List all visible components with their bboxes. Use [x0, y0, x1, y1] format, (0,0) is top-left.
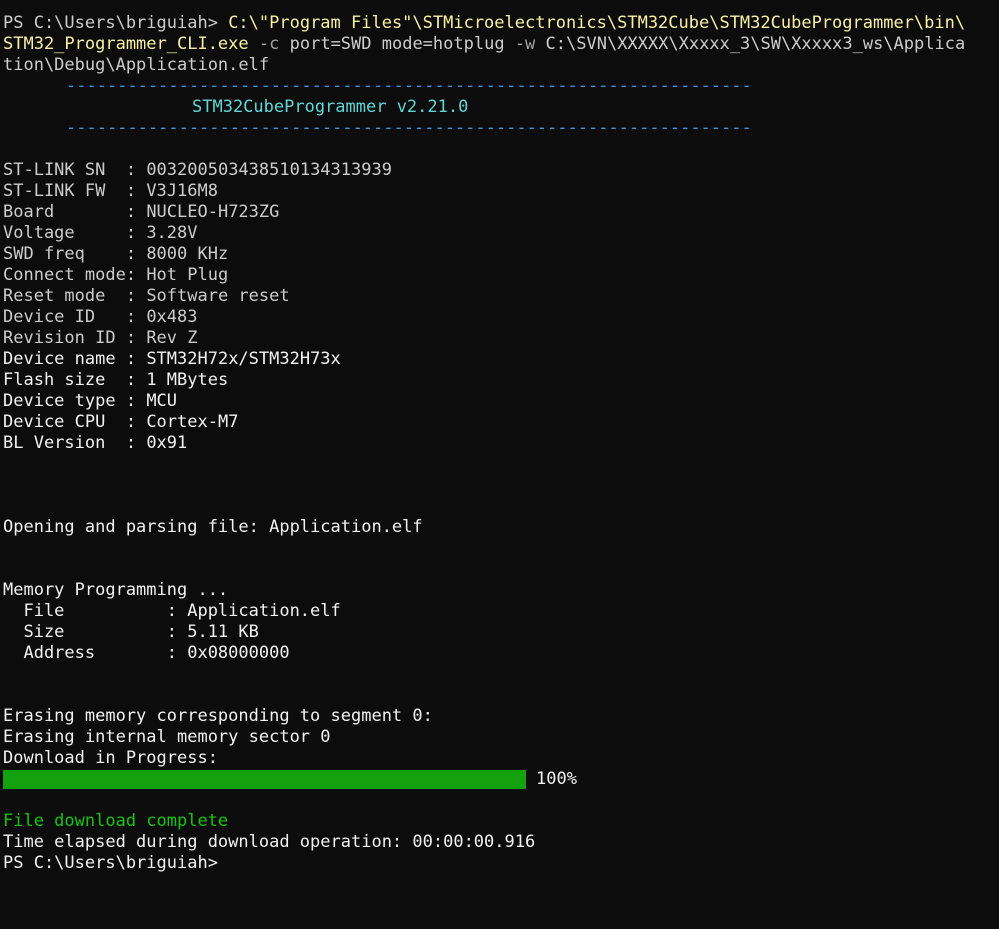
command-line-3: tion\Debug\Application.elf — [3, 55, 999, 76]
memory-programming-file: File : Application.elf — [3, 601, 341, 621]
command-exe-path: C:\"Program Files"\STMicroelectronics\ST… — [228, 13, 966, 33]
shell-prompt-current[interactable]: PS C:\Users\briguiah> — [3, 853, 999, 874]
banner-rule-top: ----------------------------------------… — [66, 76, 752, 96]
command-arg-w-cont: tion\Debug\Application.elf — [3, 55, 270, 75]
device-info-row: Revision ID : Rev Z — [3, 328, 198, 348]
command-exe-name: STM32_Programmer_CLI.exe — [3, 34, 249, 54]
banner-title: STM32CubeProgrammer v2.21.0 — [192, 97, 469, 117]
memory-programming-address: Address : 0x08000000 — [3, 643, 290, 663]
device-info-row: Device ID : 0x483 — [3, 307, 198, 327]
memory-programming-header: Memory Programming ... — [3, 580, 229, 600]
device-info-row: Device CPU : Cortex-M7 — [3, 412, 239, 432]
erasing-sector-line: Erasing internal memory sector 0 — [3, 727, 331, 747]
command-line-1: PS C:\Users\briguiah> C:\"Program Files"… — [3, 13, 999, 34]
device-info-row: Flash size : 1 MBytes — [3, 370, 229, 390]
opening-file-line: Opening and parsing file: Application.el… — [3, 517, 423, 537]
banner-rule-bottom: ----------------------------------------… — [66, 118, 752, 138]
device-info-row: BL Version : 0x91 — [3, 433, 188, 453]
time-elapsed-line: Time elapsed during download operation: … — [3, 832, 536, 852]
device-info-row: SWD freq : 8000 KHz — [3, 244, 229, 264]
progress-bar — [3, 770, 526, 789]
device-info-row: ST-LINK FW : V3J16M8 — [3, 181, 218, 201]
command-arg-w: C:\SVN\XXXXX\Xxxxx_3\SW\Xxxxx3_ws\Applic… — [545, 34, 966, 54]
command-line-2: STM32_Programmer_CLI.exe -c port=SWD mod… — [3, 34, 999, 55]
device-info-row: Board : NUCLEO-H723ZG — [3, 202, 280, 222]
device-info-row: Connect mode: Hot Plug — [3, 265, 229, 285]
memory-programming-size: Size : 5.11 KB — [3, 622, 259, 642]
device-info-row: Device type : MCU — [3, 391, 178, 411]
command-arg-c: port=SWD mode=hotplug — [289, 34, 505, 54]
download-complete-line: File download complete — [3, 811, 229, 831]
device-info-list: ST-LINK SN : 003200503438510134313939 ST… — [3, 160, 999, 454]
terminal-window[interactable]: PS C:\Users\briguiah> C:\"Program Files"… — [0, 0, 999, 929]
download-progress: 100% — [3, 769, 999, 790]
banner-title-line: STM32CubeProgrammer v2.21.0 — [3, 97, 999, 118]
device-info-row: Voltage : 3.28V — [3, 223, 198, 243]
progress-percent: 100% — [536, 769, 577, 789]
shell-prompt: PS C:\Users\briguiah> — [3, 13, 218, 33]
device-info-row: Device name : STM32H72x/STM32H73x — [3, 349, 341, 369]
download-progress-label: Download in Progress: — [3, 748, 218, 768]
erasing-segment-line: Erasing memory corresponding to segment … — [3, 706, 433, 726]
command-flag-c: -c — [258, 34, 280, 54]
device-info-row: ST-LINK SN : 003200503438510134313939 — [3, 160, 392, 180]
device-info-row: Reset mode : Software reset — [3, 286, 290, 306]
command-flag-w: -w — [514, 34, 536, 54]
